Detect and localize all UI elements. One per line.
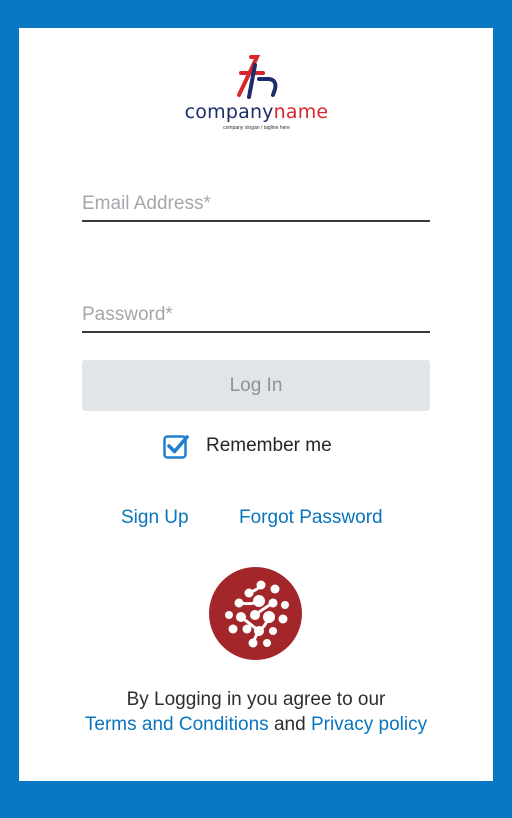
password-field[interactable] bbox=[82, 299, 430, 333]
sign-up-link[interactable]: Sign Up bbox=[121, 507, 189, 529]
login-button[interactable]: Log In bbox=[82, 360, 430, 411]
terms-link[interactable]: Terms and Conditions bbox=[85, 714, 269, 735]
agreement-prefix: By Logging in you agree to our bbox=[126, 689, 386, 710]
checkbox-checked-icon[interactable] bbox=[163, 433, 189, 459]
remember-me-checkbox[interactable]: Remember me bbox=[163, 431, 332, 461]
email-field[interactable] bbox=[82, 188, 430, 222]
remember-me-label: Remember me bbox=[206, 435, 332, 456]
agreement-and: and bbox=[273, 714, 306, 735]
terms-agreement: By Logging in you agree to our Terms and… bbox=[59, 687, 453, 737]
network-dots-badge-icon bbox=[209, 567, 302, 660]
login-card: companyname company slogan / tagline her… bbox=[19, 28, 493, 781]
company-slogan: company slogan / tagline here bbox=[223, 125, 290, 131]
company-logo-mark-icon bbox=[237, 55, 278, 99]
forgot-password-link[interactable]: Forgot Password bbox=[239, 507, 383, 529]
company-name: companyname bbox=[184, 101, 329, 123]
privacy-policy-link[interactable]: Privacy policy bbox=[311, 714, 427, 735]
company-logo: companyname company slogan / tagline her… bbox=[169, 53, 344, 133]
